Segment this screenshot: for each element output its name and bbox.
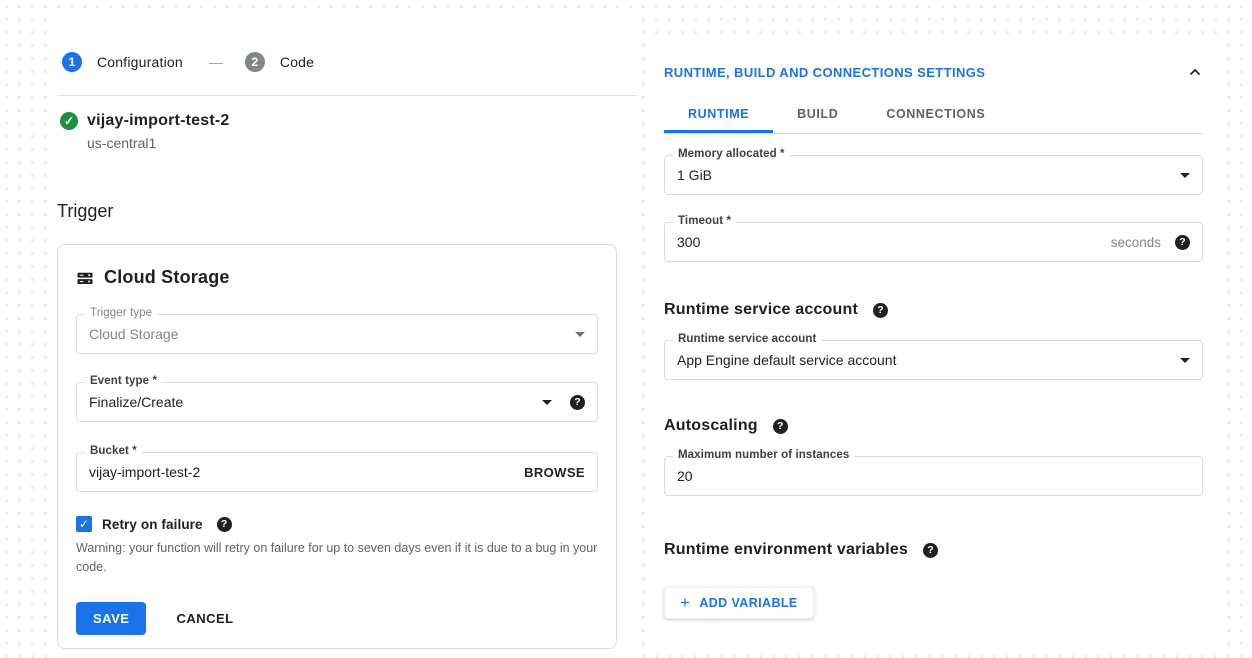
trigger-card: Cloud Storage Trigger type Cloud Storage…	[57, 244, 617, 649]
retry-warning-text: Warning: your function will retry on fai…	[76, 539, 598, 578]
function-region: us-central1	[87, 135, 637, 151]
timeout-label: Timeout *	[673, 215, 736, 227]
collapse-chevron-up-icon[interactable]	[1187, 64, 1203, 80]
add-variable-button[interactable]: + ADD VARIABLE	[664, 587, 814, 619]
service-account-label: Runtime service account	[673, 333, 821, 345]
trigger-card-actions: SAVE CANCEL	[76, 602, 598, 635]
max-instances-input[interactable]	[677, 468, 1190, 484]
help-icon[interactable]: ?	[217, 517, 232, 532]
save-button[interactable]: SAVE	[76, 602, 146, 635]
function-name: vijay-import-test-2	[87, 112, 230, 130]
help-glyph: ?	[927, 544, 934, 556]
function-name-row: ✓ vijay-import-test-2	[60, 112, 637, 130]
bucket-label: Bucket *	[85, 445, 142, 457]
trigger-card-title: Cloud Storage	[104, 267, 230, 288]
event-type-select[interactable]: Event type * Finalize/Create ?	[76, 382, 598, 422]
section-title-text: Autoscaling	[664, 417, 758, 435]
retry-on-failure-row: ✓ Retry on failure ?	[76, 516, 598, 532]
max-instances-label: Maximum number of instances	[673, 449, 854, 461]
trigger-type-select[interactable]: Trigger type Cloud Storage	[76, 314, 598, 354]
tab-connections[interactable]: CONNECTIONS	[862, 97, 1009, 133]
bucket-input[interactable]	[89, 464, 524, 480]
settings-header-title[interactable]: RUNTIME, BUILD AND CONNECTIONS SETTINGS	[664, 65, 985, 80]
help-glyph: ?	[777, 420, 784, 432]
divider	[57, 95, 637, 96]
plus-icon: +	[680, 596, 690, 610]
timeout-field: Timeout * seconds ?	[664, 222, 1203, 262]
service-account-section-title: Runtime service account ?	[664, 301, 1203, 319]
trigger-type-label: Trigger type	[85, 307, 157, 319]
section-title-text: Runtime service account	[664, 301, 858, 319]
bucket-field: Bucket * BROWSE	[76, 452, 598, 492]
dropdown-icon	[1180, 358, 1190, 363]
timeout-unit: seconds	[1111, 235, 1161, 250]
runtime-settings-panel: RUNTIME, BUILD AND CONNECTIONS SETTINGS …	[655, 44, 1223, 645]
help-icon[interactable]: ?	[923, 543, 938, 558]
tab-build[interactable]: BUILD	[773, 97, 862, 133]
help-glyph: ?	[1179, 236, 1185, 248]
help-icon[interactable]: ?	[873, 303, 888, 318]
step-separator: —	[209, 54, 223, 70]
max-instances-field: Maximum number of instances	[664, 456, 1203, 496]
settings-header: RUNTIME, BUILD AND CONNECTIONS SETTINGS	[664, 64, 1203, 80]
memory-allocated-select[interactable]: Memory allocated * 1 GiB	[664, 155, 1203, 195]
browse-button[interactable]: BROWSE	[524, 465, 585, 480]
checkbox-check-icon: ✓	[79, 517, 89, 531]
help-glyph: ?	[574, 396, 580, 408]
memory-value: 1 GiB	[677, 167, 1172, 183]
trigger-type-value: Cloud Storage	[89, 326, 567, 342]
step-1-label[interactable]: Configuration	[97, 54, 183, 70]
autoscaling-section-title: Autoscaling ?	[664, 417, 1203, 435]
step-1-number: 1	[69, 55, 76, 69]
trigger-card-header: Cloud Storage	[76, 267, 598, 288]
tab-runtime[interactable]: RUNTIME	[664, 97, 773, 133]
step-1-circle[interactable]: 1	[62, 52, 82, 72]
service-account-value: App Engine default service account	[677, 352, 1172, 368]
cloud-storage-icon	[76, 269, 94, 287]
help-icon[interactable]: ?	[773, 419, 788, 434]
trigger-section-title: Trigger	[57, 201, 637, 222]
retry-checkbox[interactable]: ✓	[76, 516, 92, 532]
check-glyph: ✓	[64, 114, 74, 128]
help-icon[interactable]: ?	[570, 395, 585, 410]
step-2-circle[interactable]: 2	[245, 52, 265, 72]
settings-tabs: RUNTIME BUILD CONNECTIONS	[664, 97, 1203, 134]
help-glyph: ?	[221, 518, 227, 530]
step-2-label[interactable]: Code	[280, 54, 314, 70]
env-vars-section-title: Runtime environment variables ?	[664, 541, 1203, 559]
step-2-number: 2	[252, 55, 259, 69]
dropdown-icon	[542, 400, 552, 405]
dropdown-icon	[1180, 173, 1190, 178]
cancel-button[interactable]: CANCEL	[170, 610, 239, 627]
event-type-label: Event type *	[85, 375, 162, 387]
section-title-text: Runtime environment variables	[664, 541, 908, 559]
add-variable-label: ADD VARIABLE	[699, 596, 797, 610]
stepper: 1 Configuration — 2 Code	[62, 52, 637, 72]
success-check-icon: ✓	[60, 112, 78, 130]
runtime-service-account-select[interactable]: Runtime service account App Engine defau…	[664, 340, 1203, 380]
timeout-input[interactable]	[677, 234, 1111, 250]
retry-label[interactable]: Retry on failure	[102, 517, 203, 532]
help-glyph: ?	[877, 304, 884, 316]
event-type-value: Finalize/Create	[89, 394, 534, 410]
configuration-panel: 1 Configuration — 2 Code ✓ vijay-import-…	[57, 10, 637, 658]
help-icon[interactable]: ?	[1175, 235, 1190, 250]
memory-label: Memory allocated *	[673, 148, 790, 160]
dropdown-icon	[575, 332, 585, 337]
